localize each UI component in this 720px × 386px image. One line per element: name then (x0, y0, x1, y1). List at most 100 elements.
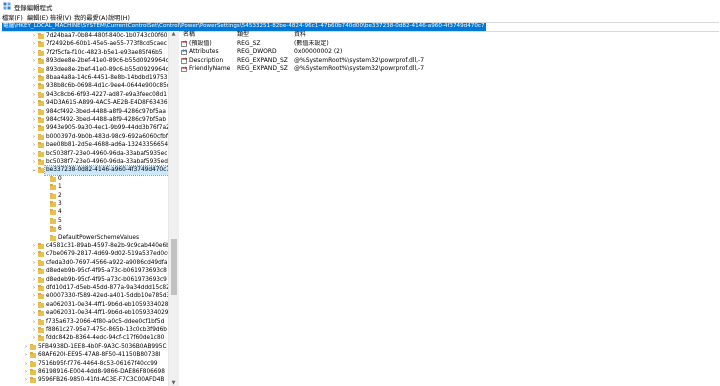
tree-item-label: 5FB4938D-1EE8-4b0F-9A3C-5036B0AB995C (38, 343, 167, 350)
expand-chevron-icon[interactable]: › (31, 116, 37, 124)
expand-chevron-icon[interactable]: › (31, 57, 37, 65)
expand-chevron-icon[interactable]: › (31, 124, 37, 132)
collapse-chevron-icon[interactable]: ⌄ (31, 166, 37, 174)
tree-item[interactable]: › 938b8c6b-0698-4d1c-9ee4-0644e900c85d (0, 82, 168, 90)
expand-chevron-icon[interactable]: › (31, 250, 37, 258)
expand-chevron-icon[interactable]: › (31, 242, 37, 250)
tree-item[interactable]: › 86198916-E004-4dd8-9866-DAE86F806698 (0, 368, 168, 376)
tree-item[interactable]: › c4581c31-89ab-4597-8e2b-9c9cab440e6b (0, 242, 168, 250)
expand-chevron-icon[interactable]: › (31, 91, 37, 99)
menu-file[interactable]: 檔案(F) (2, 13, 23, 22)
tree-item[interactable]: › ea062031-0e34-4ff1-9b6d-eb1059334028 (0, 301, 168, 309)
value-name: FriendlyName (189, 65, 231, 73)
tree-item[interactable]: › f8861c27-95e7-475c-865b-13c0cb3f9d6b (0, 326, 168, 334)
tree-item[interactable]: › 9596FB26-9850-41fd-AC3E-F7C3C00AFD4B (0, 376, 168, 384)
tree-item[interactable]: › ea062031-0e34-4ff1-9b6d-eb1059334029 (0, 309, 168, 317)
tree-item[interactable]: › 984cf492-3bed-4488-a8f9-4286c97bf5aa (0, 108, 168, 116)
column-header-name[interactable]: 名稱 (183, 31, 195, 39)
tree-item[interactable]: › 7516b95f-f776-4464-8c53-06167f40cc99 (0, 360, 168, 368)
value-row[interactable]: Description REG_EXPAND_SZ @%SystemRoot%\sy… (179, 57, 720, 66)
expand-chevron-icon[interactable]: › (31, 49, 37, 57)
menu-edit[interactable]: 編輯(E) (27, 13, 48, 22)
expand-chevron-icon[interactable]: › (23, 360, 29, 368)
tree-item-label: d8edeb9b-95cf-4f95-a73c-b061973693c8 (46, 268, 167, 275)
address-path[interactable]: 電腦\HKEY_LOCAL_MACHINE\SYSTEM\CurrentCont… (2, 23, 486, 31)
expand-chevron-icon[interactable]: › (31, 66, 37, 74)
expand-chevron-icon[interactable]: › (31, 99, 37, 107)
tree-item[interactable]: 0 (0, 175, 168, 183)
tree-item[interactable]: › c7be0679-2817-4d69-9d02-519a537ed0c6 (0, 250, 168, 258)
tree-item[interactable]: › fddc842b-8364-4edc-94cf-c17f60de1c80 (0, 334, 168, 342)
expand-chevron-icon[interactable]: › (31, 82, 37, 90)
expand-chevron-icon[interactable]: › (31, 301, 37, 309)
expand-chevron-icon[interactable]: › (31, 284, 37, 292)
scrollbar-thumb[interactable] (170, 239, 177, 295)
tree-item-label: 7f2f5cfa-f10c-4823-b5e1-e93ae85f46b5 (46, 49, 163, 56)
menu-favorites[interactable]: 我的最愛(A) (74, 13, 108, 22)
expand-chevron-icon[interactable]: › (31, 133, 37, 141)
expand-chevron-icon[interactable]: › (23, 368, 29, 376)
tree-item[interactable]: › 893dee8e-2bef-41e0-89c6-b55d0929964c (0, 57, 168, 65)
value-data: (數值未設定) (294, 39, 329, 47)
menu-view[interactable]: 檢視(V) (50, 13, 71, 22)
tree-item[interactable]: › 94D3A615-A899-4AC5-AE2B-E4D8F634367F (0, 99, 168, 107)
expand-chevron-icon[interactable]: › (23, 376, 29, 384)
expand-chevron-icon[interactable]: › (31, 141, 37, 149)
tree-item[interactable]: › bc5038f7-23e0-4960-96da-33abaf5935ed (0, 158, 168, 166)
tree-item[interactable]: › 7f2492b6-60b1-45e5-ae55-773f8cd5caec (0, 40, 168, 48)
tree-item[interactable]: › b000397d-9b0b-483d-98c9-692a6060cfbf (0, 133, 168, 141)
key-tree[interactable]: › 7d24baa7-0b84-480f-840c-1b0743c00f60 › 7f… (0, 31, 168, 386)
tree-item[interactable]: DefaultPowerSchemeValues (0, 234, 168, 242)
expand-chevron-icon[interactable]: › (31, 276, 37, 284)
tree-item[interactable]: › dfd10d17-d5eb-45dd-877a-9a34ddd15c82 (0, 284, 168, 292)
tree-item[interactable]: 2 (0, 192, 168, 200)
expand-chevron-icon[interactable]: › (31, 259, 37, 267)
tree-item[interactable]: › 7d24baa7-0b84-480f-840c-1b0743c00f60 (0, 32, 168, 40)
tree-item[interactable]: › 984cf492-3bed-4488-a8f9-4286c97bf5ab (0, 116, 168, 124)
folder-icon (50, 226, 56, 233)
tree-item[interactable]: 3 (0, 200, 168, 208)
tree-item[interactable]: › 9943e905-9a30-4ec1-9b99-44dd3b76f7a2 (0, 124, 168, 132)
expand-chevron-icon[interactable]: › (31, 267, 37, 275)
tree-item[interactable]: › e0007330-f589-42ed-a401-5ddb10e785d3 (0, 292, 168, 300)
expand-chevron-icon[interactable]: › (31, 309, 37, 317)
tree-item[interactable]: › 7f2f5cfa-f10c-4823-b5e1-e93ae85f46b5 (0, 49, 168, 57)
expand-chevron-icon[interactable]: › (31, 74, 37, 82)
expand-chevron-icon[interactable]: › (31, 108, 37, 116)
expand-chevron-icon[interactable]: › (31, 326, 37, 334)
tree-item[interactable]: 5 (0, 217, 168, 225)
tree-item[interactable]: 6 (0, 225, 168, 233)
column-header-type[interactable]: 類型 (237, 31, 249, 39)
tree-item[interactable]: 1 (0, 183, 168, 191)
tree-item[interactable]: › 5FB4938D-1EE8-4b0F-9A3C-5036B0AB995C (0, 343, 168, 351)
tree-item[interactable]: › 68AF620I-EE95-47A8-8F50-41150B80738I (0, 351, 168, 359)
tree-item[interactable]: › cfeda3d0-7697-4566-a922-a9086cd49dfa (0, 259, 168, 267)
expand-chevron-icon[interactable]: › (31, 158, 37, 166)
tree-item[interactable]: › d8edeb9b-95cf-4f95-a73c-b061973693c9 (0, 276, 168, 284)
expand-chevron-icon[interactable]: › (31, 334, 37, 342)
value-row[interactable]: Attributes REG_DWORD 0x00000002 (2) (179, 48, 720, 57)
folder-icon (38, 276, 44, 283)
value-row[interactable]: FriendlyName REG_EXPAND_SZ @%SystemRoot%\s… (179, 65, 720, 74)
expand-chevron-icon[interactable]: › (31, 318, 37, 326)
tree-item[interactable]: › d8edeb9b-95cf-4f95-a73c-b061973693c8 (0, 267, 168, 275)
tree-item-label: e0007330-f589-42ed-a401-5ddb10e785d3 (46, 293, 168, 300)
expand-chevron-icon[interactable]: › (31, 150, 37, 158)
expand-chevron-icon[interactable]: › (31, 32, 37, 40)
tree-item[interactable]: › f735a673-2066-4f80-a0c5-ddee0cf1bf5d (0, 318, 168, 326)
tree-item[interactable]: › bc5038f7-23e0-4960-96da-33abaf5935ec (0, 150, 168, 158)
value-row[interactable]: (預設值) REG_SZ (數值未設定) (179, 40, 720, 49)
expand-chevron-icon[interactable]: › (23, 351, 29, 359)
expand-chevron-icon[interactable]: › (23, 343, 29, 351)
tree-item[interactable]: 4 (0, 208, 168, 216)
expand-chevron-icon[interactable]: › (31, 40, 37, 48)
expand-chevron-icon[interactable]: › (31, 292, 37, 300)
tree-item[interactable]: › 8baa4a8a-14c6-4451-8e8b-14bdbd197537 (0, 74, 168, 82)
menu-help[interactable]: 說明(H) (108, 13, 130, 22)
tree-item[interactable]: › 943c8cb6-6f93-4227-ad87-e9a3feec08d1 (0, 91, 168, 99)
value-name: Attributes (189, 48, 219, 56)
tree-item[interactable]: › 893dee8e-2bef-41e0-89c6-b55d0929964d (0, 66, 168, 74)
tree-item[interactable]: ⌄ be337238-0d82-4146-a960-4f3749d470c7 (0, 165, 168, 176)
tree-item[interactable]: › bae08b81-2d5e-4688-ad6a-13243356654b (0, 141, 168, 149)
column-header-data[interactable]: 資料 (294, 31, 306, 39)
